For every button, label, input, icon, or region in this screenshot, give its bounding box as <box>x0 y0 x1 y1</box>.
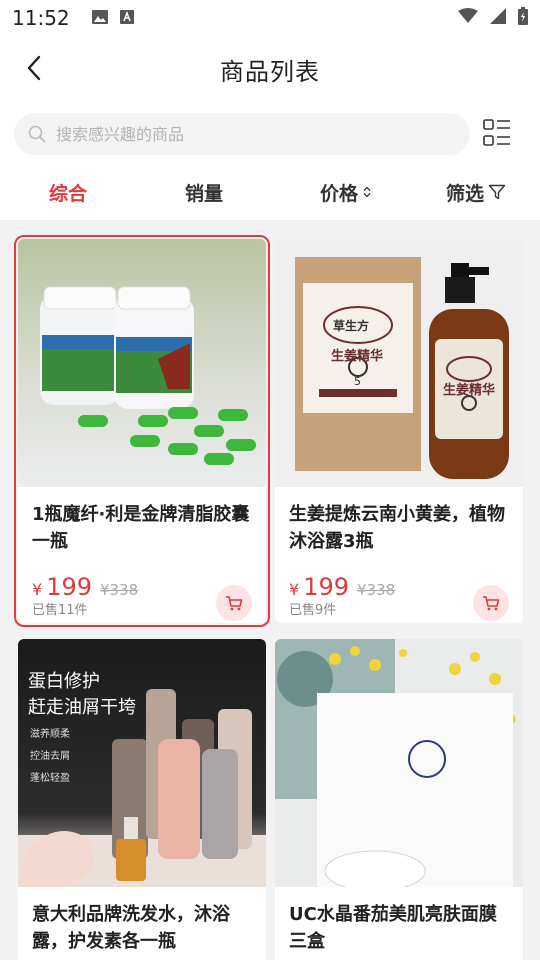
product-card[interactable]: 蛋白修护 赶走油屑干垮 滋养顺柔 控油去屑 蓬松轻盈 意大利品牌洗发水，沐浴露，… <box>18 639 266 960</box>
tab-label: 综合 <box>48 182 87 205</box>
sold-count: 已售9件 <box>289 603 337 618</box>
product-card[interactable]: 草生方 生姜精华 5 生姜精华 生姜提炼云南小黄姜，植物沐浴露3瓶 ¥ 199 … <box>275 239 523 623</box>
search-row <box>0 102 540 164</box>
original-price: ¥338 <box>357 581 396 599</box>
product-name: UC水晶番茄美肌亮肤面膜三盒 <box>289 904 497 952</box>
sort-tabs: 综合 销量 价格 筛选 <box>0 164 540 220</box>
nav-bar: 商品列表 <box>0 36 540 102</box>
image-bullet: 滋养顺柔 <box>30 729 70 740</box>
box-title-text: 生姜精华 <box>331 349 384 364</box>
product-card[interactable]: 1瓶魔纤·利是金牌清脂胶囊一瓶 ¥ 199 ¥338 已售11件 <box>14 235 270 627</box>
cart-icon <box>483 596 500 611</box>
tab-sales[interactable]: 销量 <box>166 164 242 220</box>
layout-toggle-button[interactable] <box>482 118 512 148</box>
product-price: 199 <box>303 573 349 601</box>
status-time: 11:52 <box>12 6 70 30</box>
product-grid: 1瓶魔纤·利是金牌清脂胶囊一瓶 ¥ 199 ¥338 已售11件 草生方 生姜精… <box>0 220 540 960</box>
wifi-icon <box>458 8 478 28</box>
original-price: ¥338 <box>100 581 139 599</box>
box-brand-text: 草生方 <box>333 319 370 333</box>
status-bar: 11:52 <box>0 0 540 36</box>
list-layout-icon <box>483 119 510 146</box>
tab-comprehensive[interactable]: 综合 <box>30 164 106 220</box>
tab-label: 价格 <box>319 182 358 205</box>
product-image: 蛋白修护 赶走油屑干垮 滋养顺柔 控油去屑 蓬松轻盈 <box>18 639 266 887</box>
search-input[interactable] <box>56 124 436 144</box>
product-name: 意大利品牌洗发水，沐浴露，护发素各一瓶 <box>32 904 230 952</box>
signal-icon <box>490 8 506 28</box>
add-to-cart-button[interactable] <box>473 585 509 621</box>
tab-label: 筛选 <box>445 182 484 205</box>
image-headline-2: 赶走油屑干垮 <box>28 697 136 718</box>
box-number-text: 5 <box>354 375 361 388</box>
battery-icon <box>518 7 528 29</box>
tab-filter[interactable]: 筛选 <box>436 164 516 220</box>
sold-count: 已售11件 <box>32 603 88 618</box>
product-image: 草生方 生姜精华 5 生姜精华 <box>275 239 523 487</box>
tab-price[interactable]: 价格 <box>306 164 386 220</box>
product-image <box>18 239 266 487</box>
tab-label: 销量 <box>184 182 223 205</box>
image-bullet: 控油去屑 <box>30 751 70 762</box>
chevron-left-icon <box>27 55 41 81</box>
product-image <box>275 639 523 887</box>
search-icon <box>28 125 46 143</box>
image-bullet: 蓬松轻盈 <box>30 773 70 784</box>
gallery-icon <box>91 9 108 28</box>
product-name: 1瓶魔纤·利是金牌清脂胶囊一瓶 <box>32 504 250 552</box>
search-box[interactable] <box>14 113 470 155</box>
product-card[interactable]: UC水晶番茄美肌亮肤面膜三盒 <box>275 639 523 960</box>
font-icon <box>119 9 134 28</box>
bottle-title-text: 生姜精华 <box>443 383 496 398</box>
currency-symbol: ¥ <box>289 580 300 599</box>
currency-symbol: ¥ <box>32 580 43 599</box>
sort-icon <box>363 186 371 198</box>
page-title: 商品列表 <box>220 57 320 86</box>
add-to-cart-button[interactable] <box>216 585 252 621</box>
product-price: 199 <box>46 573 92 601</box>
filter-icon <box>488 184 506 200</box>
product-name: 生姜提炼云南小黄姜，植物沐浴露3瓶 <box>289 504 505 552</box>
back-button[interactable] <box>16 50 52 86</box>
cart-icon <box>226 596 243 611</box>
image-headline-1: 蛋白修护 <box>28 671 100 692</box>
